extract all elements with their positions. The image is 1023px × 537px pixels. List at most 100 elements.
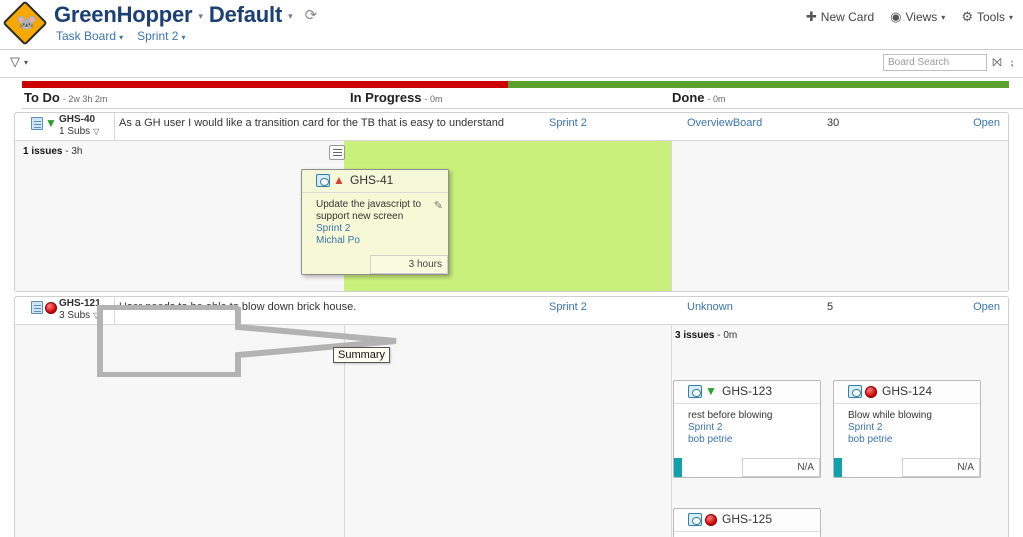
column-header-in-progress-label: In Progress bbox=[350, 90, 422, 105]
issue-count-number: 1 issues bbox=[23, 146, 63, 157]
swimlane-sprint[interactable]: Sprint 2 bbox=[549, 301, 587, 313]
expand-all-icon[interactable]: ⨟ bbox=[1005, 54, 1019, 70]
issue-count-time: 3h bbox=[71, 146, 83, 157]
card-ghs-125[interactable]: GHS-125 Chase pig after blowing. Sprint … bbox=[673, 508, 821, 537]
column-divider-2 bbox=[671, 141, 672, 291]
swimlane-issue-key[interactable]: GHS-121 bbox=[59, 298, 101, 309]
card-issue-key[interactable]: GHS-123 bbox=[722, 384, 772, 398]
kangaroo-icon: 🐭 bbox=[16, 13, 38, 32]
screenshot-icon bbox=[688, 385, 702, 398]
new-card-button[interactable]: ✚ New Card bbox=[806, 9, 874, 25]
screenshot-icon bbox=[316, 174, 330, 187]
card-issue-key[interactable]: GHS-124 bbox=[882, 384, 932, 398]
column-header-in-progress[interactable]: In Progress 0m bbox=[350, 90, 443, 105]
priority-minor-down-icon: ▼ bbox=[705, 384, 717, 398]
swimlane-subtask-toggle[interactable]: 3 Subs ▽ bbox=[59, 310, 99, 321]
card-estimate[interactable]: N/A bbox=[902, 458, 980, 477]
swimlane-issue-count-ghs-40: 1 issues - 3h bbox=[23, 146, 83, 157]
card-header-icons: ▲ bbox=[316, 174, 345, 187]
priority-blocker-icon bbox=[45, 301, 57, 314]
swimlane-icons bbox=[31, 301, 57, 314]
search-input[interactable] bbox=[883, 54, 987, 71]
card-header-icons bbox=[688, 513, 717, 526]
views-menu-button[interactable]: ◉ Views ▾ bbox=[890, 9, 945, 25]
card-ghs-41[interactable]: ▲ GHS-41 Update the javascript to suppor… bbox=[301, 169, 449, 275]
column-headers: To Do 2w 3h 2m In Progress 0m Done 0m bbox=[22, 88, 1023, 109]
swimlane-body-ghs-40: 1 issues - 3h ▲ GHS-41 Update the javasc… bbox=[15, 141, 1008, 291]
swimlane-subtask-toggle[interactable]: 1 Subs ▽ bbox=[59, 126, 99, 137]
refresh-icon[interactable]: ⟳ bbox=[305, 6, 318, 24]
greenhopper-kangaroo-logo[interactable]: 🐭 bbox=[2, 0, 50, 48]
column-header-done-time: 0m bbox=[708, 94, 726, 104]
cell-todo[interactable] bbox=[15, 141, 344, 291]
card-sprint: Sprint 2 bbox=[316, 223, 351, 234]
subnav-item-sprint[interactable]: Sprint 2 ▾ bbox=[137, 29, 185, 43]
tools-menu-button[interactable]: ⚙ Tools ▾ bbox=[961, 9, 1013, 25]
swimlane-sprint[interactable]: Sprint 2 bbox=[549, 117, 587, 129]
board-name-title[interactable]: Default bbox=[209, 2, 282, 28]
card-footer: N/A bbox=[674, 458, 820, 477]
filter-chevron-down-icon[interactable]: ▾ bbox=[24, 58, 28, 67]
swimlane-status[interactable]: Open bbox=[973, 301, 1000, 313]
card-header-icons bbox=[848, 385, 877, 398]
card-header: GHS-125 bbox=[674, 509, 820, 532]
card-ghs-124[interactable]: GHS-124 Blow while blowing Sprint 2 bob … bbox=[833, 380, 981, 478]
card-header: GHS-124 bbox=[834, 381, 980, 404]
column-header-done[interactable]: Done 0m bbox=[672, 90, 726, 105]
swimlane-board[interactable]: OverviewBoard bbox=[687, 117, 762, 129]
card-header: ▲ GHS-41 bbox=[302, 170, 448, 193]
new-card-label: New Card bbox=[820, 10, 875, 24]
swimlane-board[interactable]: Unknown bbox=[687, 301, 733, 313]
swimlane-issue-key[interactable]: GHS-40 bbox=[59, 114, 95, 125]
swimlane-header-ghs-121: GHS-121 3 Subs ▽ User needs to be able t… bbox=[15, 297, 1008, 325]
brand-title[interactable]: GreenHopper bbox=[54, 2, 193, 28]
swimlane-key-cell[interactable]: GHS-121 3 Subs ▽ bbox=[23, 297, 115, 325]
board-chevron-down-icon[interactable]: ▾ bbox=[288, 11, 293, 22]
filter-icon[interactable]: ▽ bbox=[10, 54, 20, 70]
issue-count-number: 3 issues bbox=[675, 330, 715, 341]
swimlane-issue-count-ghs-121: 3 issues - 0m bbox=[675, 330, 738, 341]
story-icon bbox=[31, 117, 43, 130]
swimlane-summary: User needs to be able to blow down brick… bbox=[119, 301, 357, 313]
column-progress-bar bbox=[22, 81, 1009, 88]
card-body: rest before blowing Sprint 2 bob petrie bbox=[674, 404, 820, 458]
screenshot-icon bbox=[848, 385, 862, 398]
subnav-item-task-board[interactable]: Task Board ▾ bbox=[56, 29, 123, 43]
subnav-task-board-label[interactable]: Task Board bbox=[56, 29, 116, 43]
brand-chevron-down-icon[interactable]: ▾ bbox=[198, 11, 203, 22]
lane-menu-icon[interactable] bbox=[329, 145, 345, 160]
card-estimate[interactable]: N/A bbox=[742, 458, 820, 477]
screenshot-icon bbox=[688, 513, 702, 526]
plus-icon: ✚ bbox=[805, 9, 817, 24]
cell-done[interactable] bbox=[671, 141, 1008, 291]
task-board-chevron-down-icon[interactable]: ▾ bbox=[119, 33, 123, 42]
swimlane-ghs-121: GHS-121 3 Subs ▽ User needs to be able t… bbox=[14, 296, 1009, 537]
edit-pencil-icon[interactable]: ✎ bbox=[434, 199, 443, 212]
column-header-todo[interactable]: To Do 2w 3h 2m bbox=[24, 90, 107, 105]
cell-todo[interactable] bbox=[15, 325, 344, 537]
task-board: ▼ GHS-40 1 Subs ▽ As a GH user I would l… bbox=[0, 109, 1023, 537]
card-ghs-123[interactable]: ▼ GHS-123 rest before blowing Sprint 2 b… bbox=[673, 380, 821, 478]
card-issue-key[interactable]: GHS-125 bbox=[722, 512, 772, 526]
card-assignee: Michal Po bbox=[316, 235, 360, 246]
swimlane-key-cell[interactable]: ▼ GHS-40 1 Subs ▽ bbox=[23, 113, 115, 141]
swimlane-status[interactable]: Open bbox=[973, 117, 1000, 129]
priority-blocker-icon bbox=[705, 513, 717, 526]
cell-in-progress[interactable] bbox=[345, 325, 671, 537]
views-chevron-down-icon: ▾ bbox=[941, 12, 946, 22]
sprint-chevron-down-icon[interactable]: ▾ bbox=[182, 33, 186, 42]
swimlane-subs-count: 1 Subs bbox=[59, 126, 91, 137]
subs-chevron-down-icon: ▽ bbox=[93, 311, 100, 320]
subnav-sprint-label[interactable]: Sprint 2 bbox=[137, 29, 178, 43]
card-issue-key[interactable]: GHS-41 bbox=[350, 173, 393, 187]
swimlane-subs-count: 3 Subs bbox=[59, 310, 91, 321]
swimlane-body-ghs-121: 3 issues - 0m ▼ GHS-123 rest before blow… bbox=[15, 325, 1008, 537]
subs-chevron-down-icon: ▽ bbox=[93, 127, 100, 136]
column-header-todo-time: 2w 3h 2m bbox=[63, 94, 107, 104]
swimlane-icons: ▼ bbox=[31, 117, 57, 130]
collapse-all-icon[interactable]: ⨝ bbox=[990, 54, 1004, 70]
card-footer: 3 hours bbox=[302, 255, 448, 274]
card-summary: Update the javascript to support new scr… bbox=[316, 199, 422, 222]
card-estimate[interactable]: 3 hours bbox=[370, 255, 448, 274]
issue-count-time: 0m bbox=[723, 330, 738, 341]
